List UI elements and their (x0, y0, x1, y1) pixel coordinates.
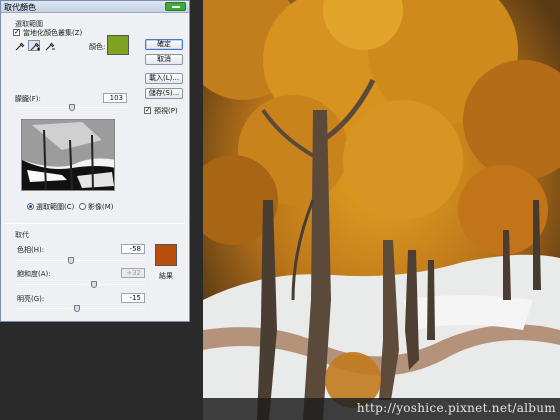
eyedropper-minus-button[interactable] (43, 40, 55, 51)
close-icon (172, 6, 180, 8)
eyedropper-button[interactable] (13, 40, 25, 51)
dialog-title: 取代顏色 (4, 3, 36, 12)
image-preview-radio[interactable] (79, 203, 86, 210)
selection-preview-label: 選取範圍(C) (36, 203, 75, 211)
eyedropper-plus-button[interactable] (28, 40, 40, 51)
eyedropper-icon (15, 42, 25, 51)
lightness-slider-thumb[interactable] (74, 305, 81, 312)
lightness-field[interactable]: -15 (121, 293, 145, 303)
group-divider (5, 223, 185, 224)
hue-slider-track[interactable] (17, 260, 145, 261)
eyedropper-minus-icon (45, 42, 55, 51)
saturation-label: 飽和度(A): (17, 270, 51, 278)
eyedropper-plus-icon (30, 42, 40, 51)
fuzziness-slider-thumb[interactable] (69, 104, 76, 111)
save-button[interactable]: 儲存(S)... (145, 88, 183, 99)
result-color-swatch[interactable] (155, 244, 177, 266)
replace-color-dialog: 取代顏色 選取範圍 當地化顏色叢集(Z) 顏色: 朦朧(F): 103 (0, 0, 190, 322)
localized-clusters-label: 當地化顏色叢集(Z) (23, 29, 83, 37)
color-label: 顏色: (89, 43, 106, 51)
selected-color-swatch[interactable] (107, 35, 129, 55)
result-label: 結果 (159, 272, 173, 280)
hue-label: 色相(H): (17, 246, 45, 254)
image-preview-label: 影像(M) (88, 203, 114, 211)
saturation-slider-thumb[interactable] (90, 281, 97, 288)
localized-clusters-checkbox[interactable] (13, 28, 20, 36)
cancel-button[interactable]: 取消 (145, 54, 183, 65)
fuzziness-field[interactable]: 103 (103, 93, 127, 103)
preview-label: 預視(P) (154, 107, 178, 115)
saturation-field[interactable]: +32 (121, 268, 145, 278)
saturation-slider-track[interactable] (17, 284, 145, 285)
close-button[interactable] (165, 2, 186, 11)
watermark-url: http://yoshice.pixnet.net/album (356, 401, 556, 415)
hue-field[interactable]: -58 (121, 244, 145, 254)
selection-preview-radio[interactable] (27, 203, 34, 210)
dialog-titlebar[interactable]: 取代顏色 (1, 1, 189, 13)
photo-canvas[interactable] (203, 0, 560, 420)
lightness-label: 明亮(G): (17, 295, 45, 303)
hue-slider-thumb[interactable] (67, 257, 74, 264)
selection-preview (21, 119, 115, 191)
autumn-forest-image (203, 0, 560, 420)
replacement-group-label: 取代 (15, 231, 29, 239)
load-button[interactable]: 載入(L)... (145, 73, 183, 84)
selection-mask-image (22, 120, 114, 190)
watermark-bar: http://yoshice.pixnet.net/album (203, 398, 560, 420)
lightness-slider-track[interactable] (17, 308, 145, 309)
ok-button[interactable]: 確定 (145, 39, 183, 50)
fuzziness-label: 朦朧(F): (15, 95, 41, 103)
preview-checkbox[interactable] (144, 106, 151, 114)
